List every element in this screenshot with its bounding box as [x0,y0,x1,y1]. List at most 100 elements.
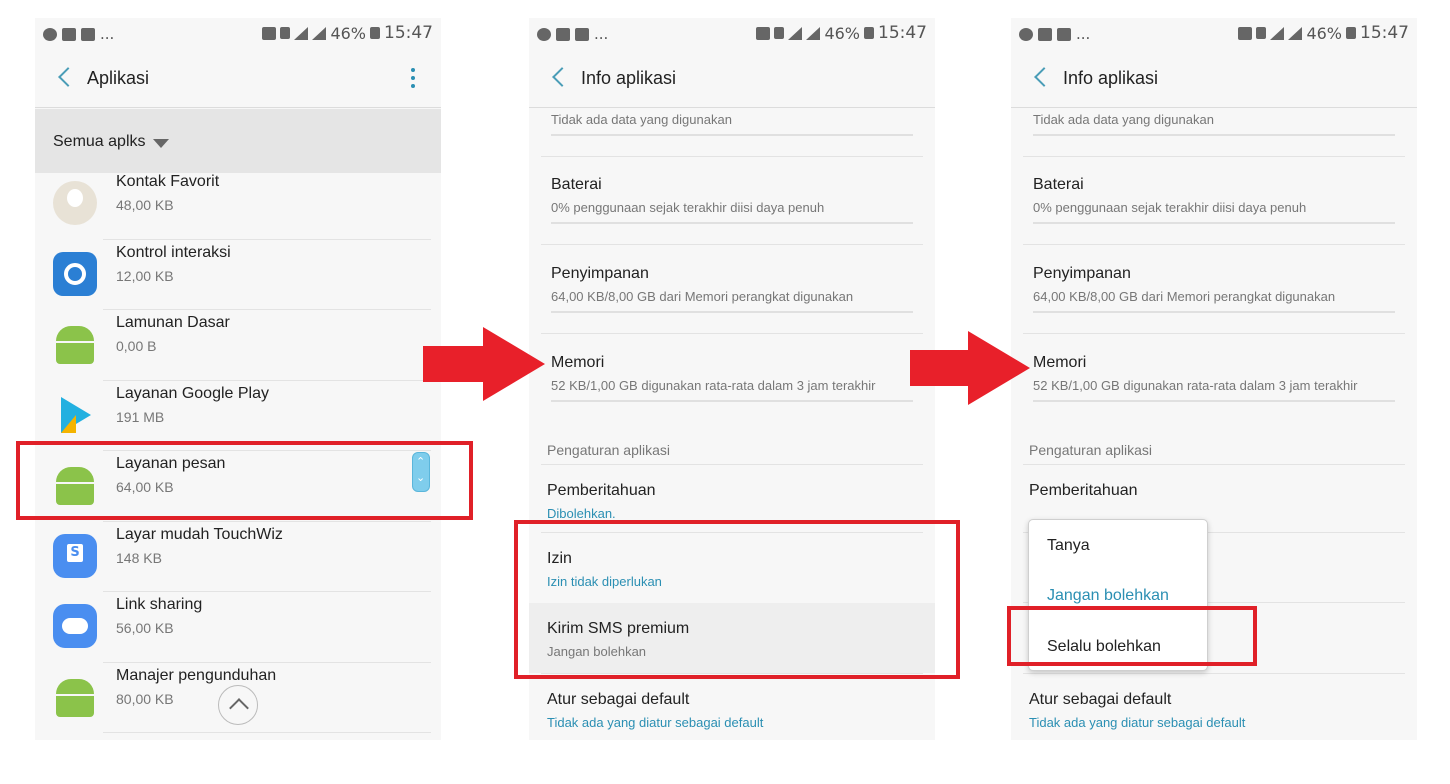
app-bar: Info aplikasi [529,50,935,108]
chrome-icon [537,27,551,41]
video-icon [575,27,589,41]
app-row-lamunan-dasar[interactable]: Lamunan Dasar 0,00 B [35,310,441,381]
back-icon[interactable] [55,66,75,90]
battery-icon [1346,27,1356,39]
filter-label: Semua aplks [53,133,146,150]
app-name: Lamunan Dasar [116,314,230,331]
storage-title: Penyimpanan [1033,265,1131,282]
highlight-layanan-pesan [16,441,473,520]
app-row-kontrol-interaksi[interactable]: Kontrol interaksi 12,00 KB [35,240,441,310]
option-dont-allow[interactable]: Jangan bolehkan [1047,587,1169,605]
signal-icon [788,26,803,40]
memory-subtitle: 52 KB/1,00 GB digunakan rata-rata dalam … [551,378,876,393]
status-bar: ... 46% 15:47 [529,18,935,50]
option-ask[interactable]: Tanya [1047,537,1090,555]
app-name: Manajer pengunduhan [116,666,277,684]
page-title: Info aplikasi [1063,68,1159,88]
video-icon [1057,27,1071,41]
contact-icon [53,181,97,225]
data-usage-item[interactable]: Tidak ada data yang digunakan [529,109,935,157]
app-name: Kontrol interaksi [116,243,231,261]
notifications-title: Pemberitahuan [547,482,656,499]
status-bar: ... 46% 15:47 [1011,18,1417,50]
set-default-item[interactable]: Atur sebagai default Tidak ada yang diat… [1011,675,1417,740]
google-play-services-icon [53,393,97,437]
battery-title: Baterai [1033,176,1084,193]
arrow-right-icon [910,331,1030,405]
section-header: Pengaturan aplikasi [1029,442,1152,458]
memory-title: Memori [1033,354,1087,371]
nfc-icon [262,26,277,40]
back-icon[interactable] [549,66,569,90]
chrome-icon [1019,27,1033,41]
highlight-izin-sms [514,520,960,679]
chrome-icon [43,27,57,41]
more-notifications-icon: ... [100,25,115,43]
app-size: 48,00 KB [116,197,174,213]
message-icon [1038,27,1052,41]
battery-icon [864,27,874,39]
page-title: Aplikasi [87,68,150,88]
sim-icon [774,27,785,39]
storage-item[interactable]: Penyimpanan 64,00 KB/8,00 GB dari Memori… [529,246,935,334]
section-header: Pengaturan aplikasi [547,442,670,458]
app-bar: Aplikasi [35,50,441,108]
clock: 15:47 [878,23,927,43]
memory-item[interactable]: Memori 52 KB/1,00 GB digunakan rata-rata… [1011,335,1417,423]
app-size: 56,00 KB [116,620,174,636]
signal-icon-2 [1288,26,1303,40]
set-default-item[interactable]: Atur sebagai default Tidak ada yang diat… [529,675,935,740]
set-default-status: Tidak ada yang diatur sebagai default [1029,715,1246,730]
gear-icon [53,251,97,296]
battery-percent: 46% [824,23,860,43]
app-row-link-sharing[interactable]: Link sharing 56,00 KB [35,592,441,663]
nfc-icon [756,26,771,40]
app-name: Layar mudah TouchWiz [116,525,283,543]
signal-icon-2 [806,26,821,40]
signal-icon-2 [312,26,327,40]
android-icon [53,322,97,366]
battery-item[interactable]: Baterai 0% penggunaan sejak terakhir dii… [529,157,935,245]
app-name: Kontak Favorit [116,173,220,190]
battery-item[interactable]: Baterai 0% penggunaan sejak terakhir dii… [1011,157,1417,245]
video-icon [81,27,95,41]
set-default-title: Atur sebagai default [1029,691,1172,708]
more-notifications-icon: ... [594,25,609,43]
touchwiz-icon [53,533,97,578]
memory-title: Memori [551,354,605,371]
back-icon[interactable] [1031,66,1051,90]
app-size: 12,00 KB [116,267,174,284]
scroll-to-top-button[interactable] [218,685,258,725]
clock: 15:47 [1360,23,1409,43]
cloud-link-icon [53,604,97,648]
set-default-title: Atur sebagai default [547,691,690,708]
storage-title: Penyimpanan [551,265,649,282]
memory-item[interactable]: Memori 52 KB/1,00 GB digunakan rata-rata… [529,335,935,423]
memory-subtitle: 52 KB/1,00 GB digunakan rata-rata dalam … [1033,378,1358,393]
data-usage-item[interactable]: Tidak ada data yang digunakan [1011,109,1417,157]
notifications-title: Pemberitahuan [1029,482,1138,499]
caret-down-icon [153,139,169,148]
data-usage-text: Tidak ada data yang digunakan [1033,112,1214,127]
sim-icon [1256,27,1267,39]
app-name: Link sharing [116,596,203,613]
app-size: 148 KB [116,549,162,566]
more-options-icon[interactable] [411,68,417,90]
highlight-always-allow [1007,606,1257,666]
clock: 15:47 [384,23,433,43]
filter-dropdown[interactable]: Semua aplks [35,109,441,173]
app-row-kontak-favorit[interactable]: Kontak Favorit 48,00 KB [35,169,441,240]
battery-title: Baterai [551,176,602,193]
status-bar: ... 46% 15:47 [35,18,441,50]
app-row-layar-mudah-touchwiz[interactable]: Layar mudah TouchWiz 148 KB [35,522,441,592]
battery-percent: 46% [1306,23,1342,43]
app-size: 80,00 KB [116,690,174,707]
storage-item[interactable]: Penyimpanan 64,00 KB/8,00 GB dari Memori… [1011,246,1417,334]
notifications-status: Dibolehkan. [547,506,616,521]
sim-icon [280,27,291,39]
storage-subtitle: 64,00 KB/8,00 GB dari Memori perangkat d… [1033,289,1336,304]
android-icon [53,675,97,719]
apps-screen: ... 46% 15:47 Aplikasi Semua aplks Konta… [35,18,441,740]
message-icon [62,27,76,41]
storage-subtitle: 64,00 KB/8,00 GB dari Memori perangkat d… [551,289,854,304]
